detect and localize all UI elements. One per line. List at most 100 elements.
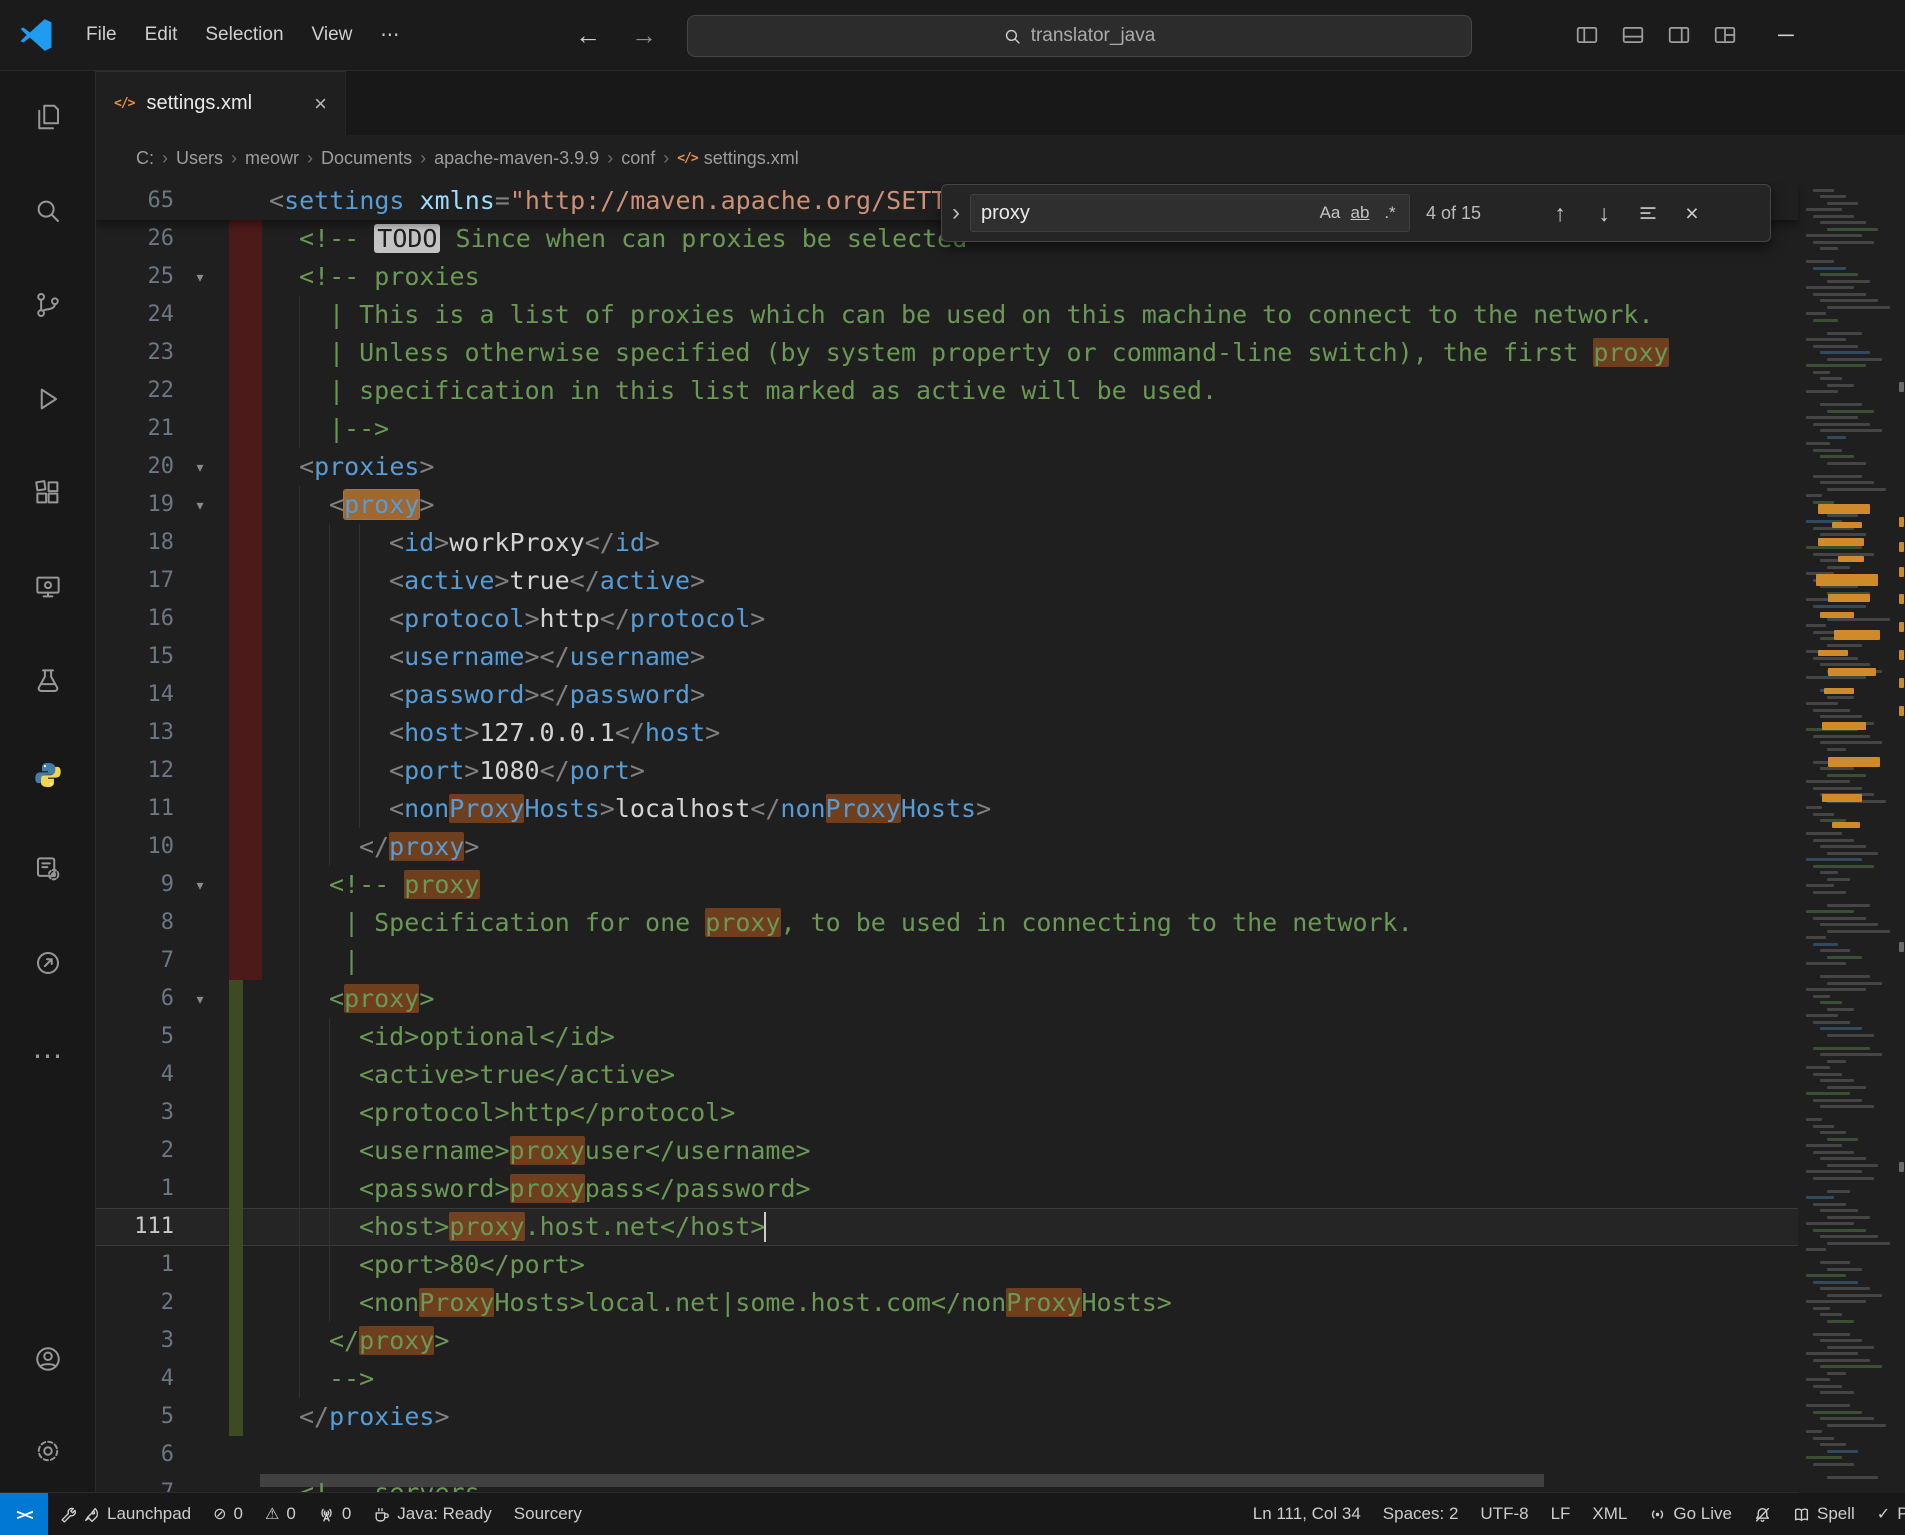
toggle-secondary-sidebar-button[interactable] [1664,20,1694,50]
code-line[interactable]: 17<active>true</active> [96,562,1798,600]
status-java-status[interactable]: Java: Ready [362,1493,503,1535]
status-cursor-position[interactable]: Ln 111, Col 34 [1242,1493,1372,1535]
find-previous-button[interactable]: ↑ [1538,191,1582,235]
find-input[interactable]: proxy Aa ab .* [970,194,1410,232]
status-prettier[interactable]: ✓Prettier [1866,1493,1905,1535]
customize-layout-button[interactable] [1710,20,1740,50]
status-launchpad[interactable]: Launchpad [48,1493,202,1535]
whole-word-button[interactable]: ab [1345,198,1375,228]
find-close-button[interactable]: × [1670,191,1714,235]
explorer-icon[interactable] [22,91,74,143]
breadcrumb-item-c-[interactable]: C: [132,148,158,169]
source-control-icon[interactable] [22,279,74,331]
code-line[interactable]: 5<id>optional</id> [96,1018,1798,1056]
toggle-sidebar-button[interactable] [1572,20,1602,50]
more-icon[interactable]: ⋯ [22,1031,74,1083]
forward-button[interactable]: → [631,20,657,51]
code-line[interactable]: 24| This is a list of proxies which can … [96,296,1798,334]
tab-close-icon[interactable]: × [314,91,327,117]
status-problems-warnings[interactable]: ⚠0 [254,1493,307,1535]
menu-file[interactable]: File [72,18,131,52]
breadcrumb-item-apache-maven-3.9.9[interactable]: apache-maven-3.9.9 [430,148,603,169]
status-go-live[interactable]: Go Live [1638,1493,1743,1535]
code-line[interactable]: 21|--> [96,410,1798,448]
remote-explorer-icon[interactable] [22,561,74,613]
code-line[interactable]: 11<nonProxyHosts>localhost</nonProxyHost… [96,790,1798,828]
regex-button[interactable]: .* [1375,198,1405,228]
back-button[interactable]: ← [575,20,601,51]
code-line[interactable]: 9▾<!-- proxy [96,866,1798,904]
code-line[interactable]: 14<password></password> [96,676,1798,714]
fold-chevron-icon[interactable]: ▾ [180,258,220,296]
code-line[interactable]: 3<protocol>http</protocol> [96,1094,1798,1132]
extensions-icon[interactable] [22,467,74,519]
fold-chevron-icon[interactable]: ▾ [180,448,220,486]
code-line[interactable]: 22| specification in this list marked as… [96,372,1798,410]
code-line[interactable]: 10</proxy> [96,828,1798,866]
breadcrumb-item-documents[interactable]: Documents [317,148,416,169]
project-settings-icon[interactable] [22,843,74,895]
breadcrumb-item-users[interactable]: Users [172,148,227,169]
status-encoding[interactable]: UTF-8 [1469,1493,1539,1535]
code-line[interactable]: 16<protocol>http</protocol> [96,600,1798,638]
status-notifications[interactable] [1743,1493,1782,1535]
status-eol[interactable]: LF [1540,1493,1582,1535]
code-editor[interactable]: 26<!-- TODO Since when can proxies be se… [96,182,1905,1493]
code-line[interactable]: 19▾<proxy> [96,486,1798,524]
search-icon[interactable] [22,185,74,237]
account-icon[interactable] [22,1333,74,1385]
toggle-panel-button[interactable] [1618,20,1648,50]
breadcrumb-item-conf[interactable]: conf [617,148,659,169]
status-radio-tower[interactable]: 0 [307,1493,362,1535]
code-line[interactable]: 8| Specification for one proxy, to be us… [96,904,1798,942]
find-in-selection-button[interactable] [1626,191,1670,235]
code-line[interactable]: 111<host>proxy.host.net</host> [96,1208,1798,1246]
find-next-button[interactable]: ↓ [1582,191,1626,235]
menu-[interactable]: ⋯ [366,18,413,53]
code-line[interactable]: 4--> [96,1360,1798,1398]
breadcrumb-item-meowr[interactable]: meowr [241,148,303,169]
minimize-button[interactable]: ─ [1778,22,1794,48]
gitlens-icon[interactable] [22,937,74,989]
code-line[interactable]: 3</proxy> [96,1322,1798,1360]
status-language-mode[interactable]: XML [1581,1493,1638,1535]
remote-indicator-button[interactable]: >< [0,1493,48,1535]
fold-chevron-icon[interactable]: ▾ [180,980,220,1018]
code-line[interactable]: 15<username></username> [96,638,1798,676]
menu-view[interactable]: View [298,18,367,52]
code-line[interactable]: 1<port>80</port> [96,1246,1798,1284]
menu-edit[interactable]: Edit [131,18,192,52]
code-line[interactable]: 13<host>127.0.0.1</host> [96,714,1798,752]
code-line[interactable]: 18<id>workProxy</id> [96,524,1798,562]
breadcrumb-item-settings.xml[interactable]: </>settings.xml [673,148,803,169]
testing-icon[interactable] [22,655,74,707]
match-case-button[interactable]: Aa [1315,198,1345,228]
fold-chevron-icon[interactable]: ▾ [180,866,220,904]
python-icon[interactable] [22,749,74,801]
menu-selection[interactable]: Selection [191,18,297,52]
code-line[interactable]: 12<port>1080</port> [96,752,1798,790]
code-line[interactable]: 4<active>true</active> [96,1056,1798,1094]
status-problems-errors[interactable]: ⊘0 [202,1493,254,1535]
run-debug-icon[interactable] [22,373,74,425]
status-indentation[interactable]: Spaces: 2 [1372,1493,1470,1535]
fold-chevron-icon[interactable]: ▾ [180,486,220,524]
code-line[interactable]: 2<username>proxyuser</username> [96,1132,1798,1170]
settings-gear-icon[interactable] [22,1425,74,1477]
toggle-replace-chevron-icon[interactable]: › [942,185,970,241]
code-line[interactable]: 6 [96,1436,1798,1474]
code-line[interactable]: 5</proxies> [96,1398,1798,1436]
tab-settings-xml[interactable]: </> settings.xml × [96,71,346,135]
code-line[interactable]: 1<password>proxypass</password> [96,1170,1798,1208]
status-spell-checker[interactable]: Spell [1782,1493,1866,1535]
code-line[interactable]: 23| Unless otherwise specified (by syste… [96,334,1798,372]
code-line[interactable]: 7| [96,942,1798,980]
code-line[interactable]: 25▾<!-- proxies [96,258,1798,296]
command-center-search[interactable]: translator_java [687,15,1472,57]
status-sourcery[interactable]: Sourcery [503,1493,593,1535]
minimap[interactable] [1798,182,1905,1493]
code-line[interactable]: 20▾<proxies> [96,448,1798,486]
code-line[interactable]: 2<nonProxyHosts>local.net|some.host.com<… [96,1284,1798,1322]
code-line[interactable]: 6▾<proxy> [96,980,1798,1018]
horizontal-scrollbar[interactable] [260,1474,1544,1487]
